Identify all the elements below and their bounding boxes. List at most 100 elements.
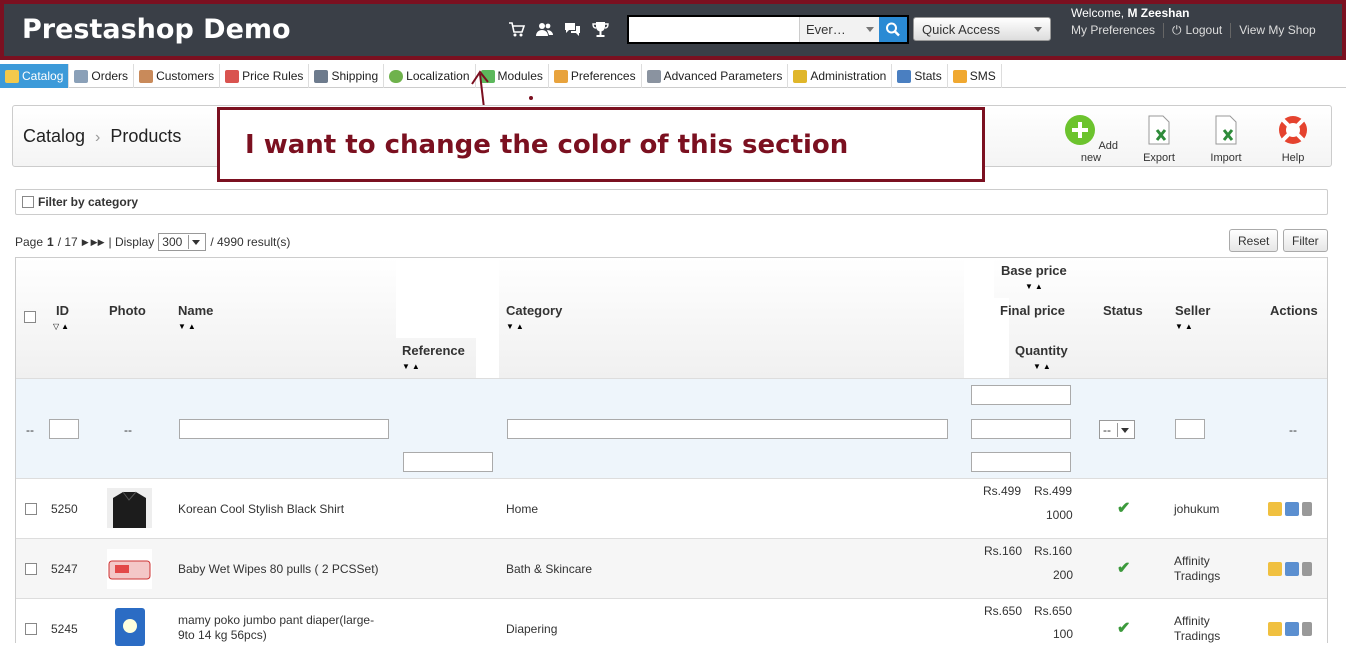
row-name[interactable]: mamy poko jumbo pant diaper(large-: [178, 613, 374, 627]
row-checkbox[interactable]: [25, 623, 37, 635]
row-seller-line2: Tradings: [1174, 629, 1221, 643]
view-my-shop-link[interactable]: View My Shop: [1231, 23, 1323, 38]
col-category[interactable]: Category: [506, 303, 562, 318]
next-page-icon[interactable]: ▶: [82, 237, 89, 248]
row-checkbox[interactable]: [25, 563, 37, 575]
col-quantity[interactable]: Quantity: [1015, 343, 1068, 358]
enabled-check-icon[interactable]: ✔: [1117, 618, 1130, 638]
row-actions: [1268, 502, 1312, 516]
filter-by-category-checkbox[interactable]: [22, 196, 34, 208]
cart-icon[interactable]: [507, 20, 526, 39]
select-all-checkbox[interactable]: [24, 311, 36, 323]
col-status[interactable]: Status: [1103, 303, 1143, 318]
col-id[interactable]: ID: [56, 303, 69, 318]
envelope-icon: [952, 69, 967, 83]
col-base-price[interactable]: Base price: [1001, 263, 1067, 278]
tab-label: Modules: [497, 69, 543, 83]
messages-icon[interactable]: [563, 20, 582, 39]
row-category: Diapering: [506, 622, 558, 636]
sort-arrows-icon[interactable]: ▼▲: [178, 322, 198, 331]
table-row[interactable]: 5250 Korean Cool Stylish Black Shirt Hom…: [16, 479, 1327, 539]
add-new-button[interactable]: Add new: [1063, 114, 1119, 164]
sort-arrows-icon[interactable]: ▼▲: [506, 322, 526, 331]
tab-customers[interactable]: Customers: [134, 64, 221, 88]
edit-icon[interactable]: [1268, 622, 1282, 636]
tab-administration[interactable]: Administration: [788, 64, 893, 88]
row-id: 5250: [51, 502, 78, 516]
row-checkbox[interactable]: [25, 503, 37, 515]
duplicate-icon[interactable]: [1285, 562, 1299, 576]
edit-icon[interactable]: [1268, 502, 1282, 516]
delete-icon[interactable]: [1302, 502, 1312, 516]
search-input[interactable]: [629, 17, 799, 42]
header-gap: [476, 338, 499, 378]
tab-shipping[interactable]: Shipping: [309, 64, 385, 88]
filter-status-select[interactable]: --: [1099, 420, 1135, 439]
filter-button[interactable]: Filter: [1283, 229, 1328, 252]
delete-icon[interactable]: [1302, 562, 1312, 576]
import-button[interactable]: Import: [1198, 114, 1254, 164]
help-button[interactable]: Help: [1265, 114, 1321, 164]
filter-quantity-input[interactable]: [971, 452, 1071, 472]
tab-price-rules[interactable]: Price Rules: [220, 64, 310, 88]
tab-label: SMS: [969, 69, 996, 83]
sort-arrows-icon[interactable]: ▼▲: [402, 362, 422, 371]
col-seller[interactable]: Seller: [1175, 303, 1210, 318]
filter-id-input[interactable]: [49, 419, 79, 439]
sort-arrows-icon[interactable]: ▼▲: [1175, 322, 1195, 331]
tab-stats[interactable]: Stats: [892, 64, 948, 88]
logout-label: Logout: [1185, 23, 1223, 37]
duplicate-icon[interactable]: [1285, 622, 1299, 636]
row-name[interactable]: Baby Wet Wipes 80 pulls ( 2 PCSSet): [178, 562, 379, 576]
filter-name-input[interactable]: [179, 419, 389, 439]
last-page-icon[interactable]: ▶▶: [91, 237, 105, 248]
per-page-select[interactable]: 300: [158, 233, 207, 251]
my-preferences-link[interactable]: My Preferences: [1071, 23, 1165, 38]
col-name[interactable]: Name: [178, 303, 213, 318]
tab-localization[interactable]: Localization: [384, 64, 476, 88]
bar-chart-icon: [897, 69, 912, 83]
tab-sms[interactable]: SMS: [948, 64, 1002, 88]
tab-preferences[interactable]: Preferences: [549, 64, 642, 88]
tab-catalog[interactable]: Catalog: [0, 64, 70, 88]
filter-final-price-input[interactable]: [971, 419, 1071, 439]
edit-icon[interactable]: [1268, 562, 1282, 576]
table-row[interactable]: 5245 mamy poko jumbo pant diaper(large- …: [16, 599, 1327, 646]
filter-base-price-input[interactable]: [971, 385, 1071, 405]
search-button[interactable]: [879, 17, 907, 42]
col-actions: Actions: [1270, 303, 1318, 318]
table-row[interactable]: 5247 Baby Wet Wipes 80 pulls ( 2 PCSSet)…: [16, 539, 1327, 599]
tab-label: Localization: [406, 69, 470, 83]
sort-arrows-icon[interactable]: ▽▲: [53, 322, 71, 331]
trophy-icon[interactable]: [591, 20, 610, 39]
col-final-price[interactable]: Final price: [1000, 303, 1065, 318]
reset-button[interactable]: Reset: [1229, 229, 1279, 252]
tab-orders[interactable]: Orders: [69, 64, 135, 88]
filter-seller-input[interactable]: [1175, 419, 1205, 439]
tab-label: Preferences: [570, 69, 636, 83]
export-button[interactable]: Export: [1131, 114, 1187, 164]
delete-icon[interactable]: [1302, 622, 1312, 636]
enabled-check-icon[interactable]: ✔: [1117, 558, 1130, 578]
filter-reference-input[interactable]: [403, 452, 493, 472]
filter-category-input[interactable]: [507, 419, 948, 439]
welcome-text: Welcome, M Zeeshan: [1071, 6, 1189, 20]
row-base-price: Rs.499: [983, 484, 1022, 498]
breadcrumb-catalog[interactable]: Catalog: [23, 126, 85, 146]
row-id: 5247: [51, 562, 78, 576]
logout-link[interactable]: ⏻ Logout: [1164, 23, 1232, 38]
sort-arrows-icon[interactable]: ▼▲: [1033, 362, 1053, 371]
folder-icon: [5, 69, 19, 83]
tab-advanced-parameters[interactable]: Advanced Parameters: [642, 64, 789, 88]
shop-title[interactable]: Prestashop Demo: [22, 14, 291, 45]
quick-access-select[interactable]: Quick Access: [913, 17, 1051, 41]
customers-icon[interactable]: [535, 20, 554, 39]
sort-arrows-icon[interactable]: ▼▲: [1025, 282, 1045, 291]
duplicate-icon[interactable]: [1285, 502, 1299, 516]
col-reference[interactable]: Reference: [402, 343, 465, 358]
row-final-price: Rs.160: [1034, 544, 1073, 558]
row-name[interactable]: Korean Cool Stylish Black Shirt: [178, 502, 344, 516]
search-scope-select[interactable]: Ever…: [799, 17, 879, 42]
enabled-check-icon[interactable]: ✔: [1117, 498, 1130, 518]
user-icon: [139, 69, 154, 83]
